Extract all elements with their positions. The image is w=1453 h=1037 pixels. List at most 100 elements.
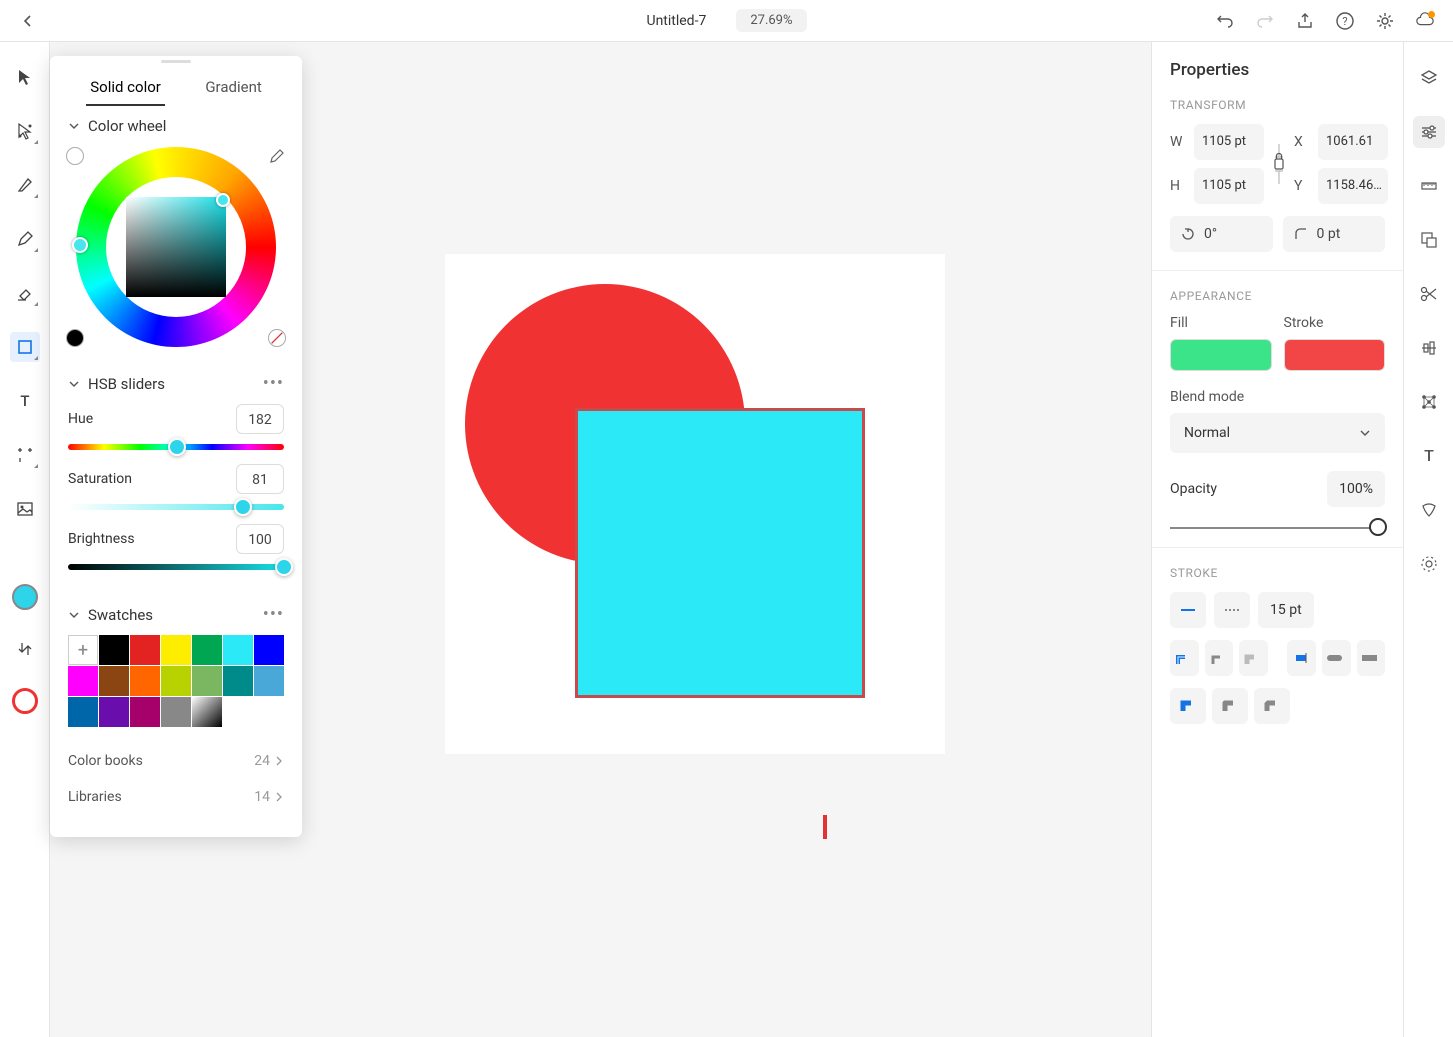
swatch-cell[interactable] (254, 666, 284, 696)
properties-panel-button[interactable] (1413, 116, 1445, 148)
cloud-sync-button[interactable] (1415, 11, 1435, 31)
corner-radius-input[interactable]: 0 pt (1283, 216, 1386, 252)
artboard-tool[interactable] (10, 440, 40, 470)
precision-panel-button[interactable] (1413, 170, 1445, 202)
redo-button[interactable] (1255, 11, 1275, 31)
add-swatch-button[interactable]: + (68, 635, 98, 665)
pen-tool[interactable] (10, 170, 40, 200)
direct-select-tool[interactable] (10, 116, 40, 146)
combine-shapes-button[interactable] (1413, 224, 1445, 256)
swatch-cell[interactable] (130, 697, 160, 727)
chevron-down-icon (68, 378, 80, 390)
artboard[interactable] (445, 254, 945, 754)
swatch-cell[interactable] (161, 666, 191, 696)
place-image-tool[interactable] (10, 494, 40, 524)
type-panel-button[interactable]: T (1413, 440, 1445, 472)
layers-panel-button[interactable] (1413, 62, 1445, 94)
join-bevel[interactable] (1254, 688, 1290, 724)
gradient-tab[interactable]: Gradient (201, 70, 265, 106)
swatch-cell[interactable] (68, 697, 98, 727)
object-settings-button[interactable] (1413, 548, 1445, 580)
blend-mode-select[interactable]: Normal (1170, 413, 1385, 453)
hsb-sliders-section-header[interactable]: HSB sliders ••• (68, 373, 284, 394)
saturation-value-input[interactable]: 81 (236, 464, 284, 494)
swatch-cell[interactable] (223, 635, 253, 665)
brightness-value-input[interactable]: 100 (236, 524, 284, 554)
cap-square[interactable] (1357, 640, 1386, 676)
stroke-align-inside[interactable] (1205, 640, 1234, 676)
repeat-button[interactable] (1413, 494, 1445, 526)
libraries-row[interactable]: Libraries 14 (68, 779, 284, 815)
swatch-cell[interactable] (68, 666, 98, 696)
white-swatch[interactable] (66, 147, 84, 165)
swatch-cell[interactable] (161, 635, 191, 665)
swatch-cell[interactable] (161, 697, 191, 727)
swap-fill-stroke[interactable] (10, 634, 40, 664)
panel-drag-handle[interactable] (50, 56, 302, 66)
select-tool[interactable] (10, 62, 40, 92)
join-miter[interactable] (1170, 688, 1206, 724)
cap-round[interactable] (1322, 640, 1351, 676)
color-books-row[interactable]: Color books 24 (68, 743, 284, 779)
swatch-cell[interactable] (99, 666, 129, 696)
share-button[interactable] (1295, 11, 1315, 31)
swatch-cell[interactable] (223, 666, 253, 696)
lock-aspect-icon[interactable] (1270, 139, 1288, 189)
stroke-align-center[interactable] (1170, 640, 1199, 676)
stroke-color-indicator[interactable] (12, 688, 38, 714)
x-input[interactable]: 1061.61 pt (1318, 124, 1388, 160)
swatches-more-button[interactable]: ••• (263, 604, 284, 625)
stroke-dashed-button[interactable] (1214, 592, 1250, 628)
fill-color-indicator[interactable] (12, 584, 38, 610)
black-swatch[interactable] (66, 329, 84, 347)
opacity-slider[interactable] (1170, 527, 1385, 529)
hue-slider[interactable] (68, 444, 284, 450)
scissors-button[interactable] (1413, 278, 1445, 310)
color-wheel-section-header[interactable]: Color wheel (68, 117, 284, 135)
help-button[interactable]: ? (1335, 11, 1355, 31)
swatch-cell[interactable] (99, 697, 129, 727)
stroke-swatch-prop[interactable] (1284, 339, 1386, 371)
undo-button[interactable] (1215, 11, 1235, 31)
fill-swatch[interactable] (1170, 339, 1272, 371)
swatch-cell[interactable] (99, 635, 129, 665)
swatch-cell[interactable] (192, 697, 222, 727)
hue-value-input[interactable]: 182 (236, 404, 284, 434)
saturation-slider[interactable] (68, 504, 284, 510)
shape-tool[interactable] (10, 332, 40, 362)
text-tool[interactable]: T (10, 386, 40, 416)
eraser-tool[interactable] (10, 278, 40, 308)
swatch-cell[interactable] (130, 666, 160, 696)
swatch-cell[interactable] (254, 635, 284, 665)
pencil-tool[interactable] (10, 224, 40, 254)
width-input[interactable]: 1105 pt (1194, 124, 1264, 160)
align-panel-button[interactable] (1413, 332, 1445, 364)
solid-color-tab[interactable]: Solid color (86, 70, 165, 106)
opacity-input[interactable]: 100% (1327, 471, 1385, 507)
none-swatch[interactable] (268, 329, 286, 347)
stroke-width-input[interactable]: 15 pt (1258, 592, 1314, 628)
saturation-brightness-square[interactable] (126, 197, 226, 297)
path-panel-button[interactable] (1413, 386, 1445, 418)
swatch-cell[interactable] (192, 635, 222, 665)
eyedropper-button[interactable] (268, 147, 286, 169)
zoom-level[interactable]: 27.69% (736, 9, 806, 32)
y-input[interactable]: 1158.46… (1318, 168, 1388, 204)
color-panel[interactable]: Solid color Gradient Color wheel (50, 56, 302, 837)
back-button[interactable] (18, 11, 38, 31)
rotation-input[interactable]: 0° (1170, 216, 1273, 252)
hsb-more-button[interactable]: ••• (263, 373, 284, 394)
brightness-slider[interactable] (68, 564, 284, 570)
height-input[interactable]: 1105 pt (1194, 168, 1264, 204)
stroke-solid-button[interactable] (1170, 592, 1206, 628)
swatch-cell[interactable] (130, 635, 160, 665)
stroke-align-outside[interactable] (1239, 640, 1268, 676)
opacity-slider-thumb[interactable] (1369, 518, 1387, 536)
cyan-square-shape[interactable] (575, 408, 865, 698)
cap-butt[interactable] (1287, 640, 1316, 676)
settings-button[interactable] (1375, 11, 1395, 31)
height-label: H (1170, 178, 1184, 194)
join-round[interactable] (1212, 688, 1248, 724)
swatches-section-header[interactable]: Swatches ••• (68, 604, 284, 625)
swatch-cell[interactable] (192, 666, 222, 696)
